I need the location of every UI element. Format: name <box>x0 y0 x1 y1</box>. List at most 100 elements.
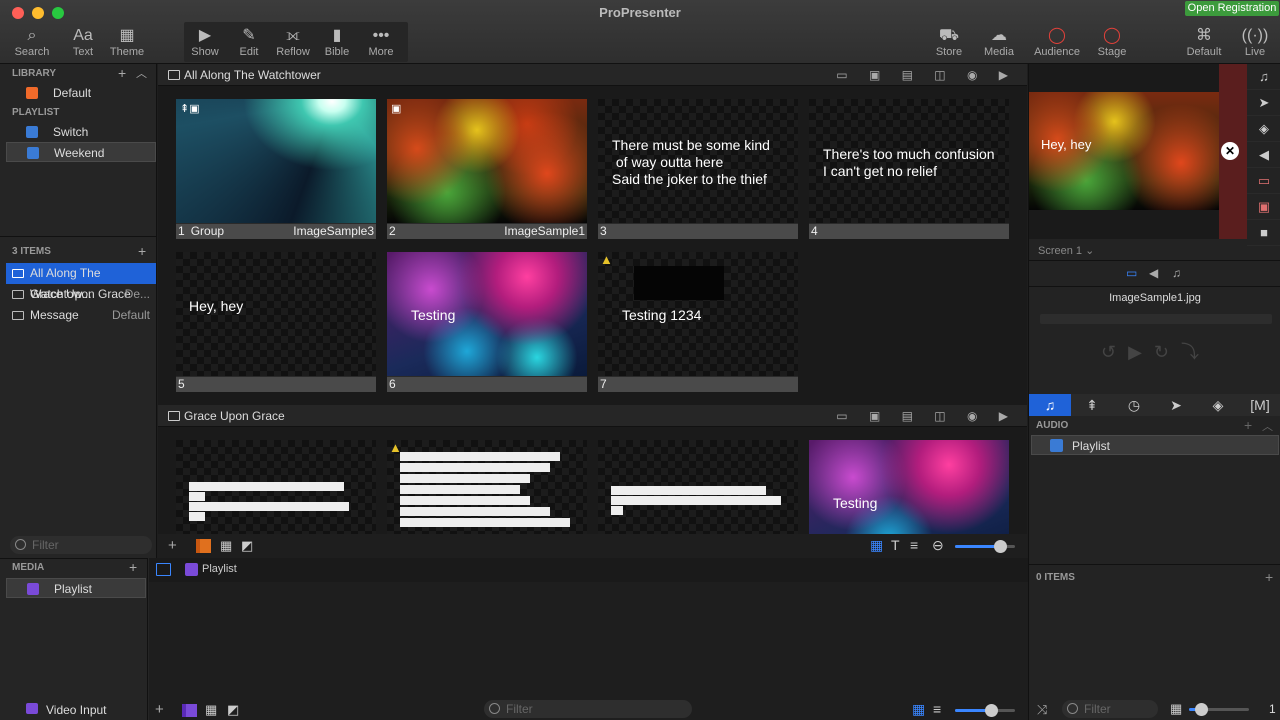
toolbar-label: Media <box>984 46 1014 58</box>
add-media-file-button[interactable]: + <box>155 701 164 718</box>
slide-3[interactable]: There must be some kind of way outta her… <box>598 99 798 239</box>
toolbar-label: Stage <box>1097 46 1127 58</box>
slide-1[interactable]: ⇞▣ 1 Group ImageSample3 <box>176 99 376 239</box>
slide-label: 7 <box>598 377 798 392</box>
video-input-label[interactable]: Video Input <box>46 703 107 717</box>
transition-icon[interactable]: ▦ <box>220 538 232 554</box>
shuffle-icon[interactable]: ⤨ <box>1037 702 1047 718</box>
current-file-name: ImageSample1.jpg <box>1109 292 1201 304</box>
items-filter-input[interactable]: Filter <box>10 536 152 554</box>
text-view-icon[interactable]: T <box>891 537 900 553</box>
slide-7[interactable]: Testing 1234 ▲ 7 <box>598 252 798 392</box>
clear-video-icon[interactable]: ■ <box>1247 220 1280 246</box>
library-item-default[interactable]: Default <box>6 83 156 103</box>
clear-props-icon[interactable]: ◈ <box>1247 116 1280 142</box>
go-to-next-icon[interactable]: ◩ <box>227 702 239 718</box>
announcements-tab-icon[interactable]: ◀ <box>1149 266 1158 280</box>
media-item-playlist[interactable]: Playlist <box>6 578 146 598</box>
library-view-icon[interactable] <box>196 539 211 553</box>
more-toolbar-button[interactable]: ••• More <box>355 26 407 58</box>
media-toolbar-button[interactable]: ☁ Media <box>973 26 1025 58</box>
slide-5[interactable]: Hey, hey 5 <box>176 252 376 392</box>
zoom-out-icon[interactable]: ⊖ <box>932 537 944 554</box>
macros-tab[interactable]: [M] <box>1239 394 1280 416</box>
toolbar-label: Bible <box>324 46 350 58</box>
open-registration-button[interactable]: Open Registration <box>1185 1 1279 16</box>
messages-tab[interactable]: ➤ <box>1155 394 1197 416</box>
add-item-button[interactable]: + <box>138 243 146 259</box>
slide-thumbnail <box>387 440 587 534</box>
audience-toolbar-button[interactable]: ◯ Audience <box>1031 26 1083 58</box>
more-icon: ••• <box>372 27 390 44</box>
group-header-icons[interactable]: ▭ ▣ ▤ ◫ ◉ ▶ <box>836 64 1017 86</box>
audio-filter-input[interactable]: Filter <box>1062 700 1158 718</box>
slide-10[interactable] <box>598 440 798 534</box>
list-view-icon[interactable]: ≡ <box>910 537 918 553</box>
slide-4[interactable]: There's too much confusion I can't get n… <box>809 99 1009 239</box>
audio-item-playlist[interactable]: Playlist <box>1031 435 1279 455</box>
live-toolbar-button[interactable]: ((·)) Live <box>1229 26 1280 58</box>
group-header-2[interactable]: Grace Upon Grace ▭ ▣ ▤ ◫ ◉ ▶ <box>158 405 1027 427</box>
transition-icon[interactable]: ▦ <box>205 702 217 718</box>
media-size-slider[interactable] <box>955 704 1015 717</box>
go-to-next-icon[interactable]: ◩ <box>241 538 253 554</box>
collapse-library-icon[interactable]: ︿ <box>136 65 147 81</box>
slide-label: 6 <box>387 377 587 392</box>
playlist-item-switch[interactable]: Switch <box>6 122 156 142</box>
sidebar-toggle-icon[interactable] <box>156 563 171 576</box>
media-progress-bar[interactable] <box>1040 314 1272 324</box>
store-toolbar-button[interactable]: ⛟ Store <box>923 26 975 58</box>
audio-bin-tab[interactable]: ♫ <box>1029 394 1071 416</box>
playlist-item-weekend[interactable]: Weekend <box>6 142 156 162</box>
props-tab[interactable]: ⇞ <box>1071 394 1113 416</box>
item-all-along-the-watchtower[interactable]: All Along The Watchtow... <box>6 263 156 301</box>
slide-number: 7 <box>600 377 607 391</box>
add-audio-button[interactable]: + <box>1244 417 1252 433</box>
collapse-audio-icon[interactable]: ︿ <box>1262 418 1273 434</box>
layers-tab[interactable]: ◈ <box>1197 394 1239 416</box>
transport-controls[interactable]: ↺▶↻⤵ <box>1101 338 1211 364</box>
toolbar-label: Audience <box>1034 46 1080 58</box>
search-toolbar-button[interactable]: ⌕ Search <box>6 26 58 58</box>
slide-6[interactable]: Testing 6 <box>387 252 587 392</box>
transition-icon[interactable]: ▦ <box>1170 701 1182 717</box>
slide-11[interactable]: Testing <box>809 440 1009 534</box>
video-input-icon <box>26 703 38 714</box>
grid-view-icon[interactable]: ▦ <box>912 701 925 718</box>
media-filter-input[interactable]: Filter <box>484 700 692 718</box>
slide-tab-icon[interactable]: ▭ <box>1126 266 1137 280</box>
slide-thumbnail: Hey, hey <box>176 252 376 376</box>
list-view-icon[interactable]: ≡ <box>933 701 941 717</box>
grid-view-icon[interactable]: ▦ <box>870 537 883 554</box>
item-grace-upon-grace[interactable]: Grace Upon Grace De... <box>6 284 156 305</box>
slide-9[interactable]: ▲ <box>387 440 587 534</box>
media-view-icon[interactable] <box>182 704 197 717</box>
item-message[interactable]: Message Default <box>6 305 156 326</box>
clear-all-button[interactable]: ✕ <box>1221 142 1239 160</box>
group-header-1[interactable]: All Along The Watchtower ▭ ▣ ▤ ◫ ◉ ▶ <box>158 64 1027 86</box>
screen-label: Screen 1 <box>1038 245 1083 257</box>
group-header-icons[interactable]: ▭ ▣ ▤ ◫ ◉ ▶ <box>836 405 1017 427</box>
clear-announcements-icon[interactable]: ◀ <box>1247 142 1280 168</box>
add-slide-button[interactable]: + <box>168 537 177 554</box>
slide-2[interactable]: ▣ 2 ImageSample1 <box>387 99 587 239</box>
clear-audio-icon[interactable]: ♫ <box>1247 64 1280 90</box>
add-library-button[interactable]: + <box>118 65 126 81</box>
thumbnail-size-slider[interactable] <box>955 540 1015 553</box>
clear-slide-icon[interactable]: ▭ <box>1247 168 1280 194</box>
default-toolbar-button[interactable]: ⌘ Default <box>1178 26 1230 58</box>
slide-8[interactable] <box>176 440 376 534</box>
screen-selector[interactable]: Screen 1 ⌄ <box>1038 244 1094 257</box>
clear-media-icon[interactable]: ▣ <box>1247 194 1280 220</box>
theme-toolbar-button[interactable]: ▦ Theme <box>101 26 153 58</box>
stage-toolbar-button[interactable]: ◯ Stage <box>1086 26 1138 58</box>
audio-tab-icon[interactable]: ♫ <box>1172 266 1181 280</box>
media-sidebar: MEDIA + Playlist Video Input <box>0 558 148 720</box>
media-item-label: Playlist <box>54 582 93 596</box>
audio-volume-slider[interactable] <box>1189 703 1249 716</box>
black-box <box>634 266 724 300</box>
timers-tab[interactable]: ◷ <box>1113 394 1155 416</box>
add-audio-file-button[interactable]: + <box>1265 569 1273 585</box>
add-media-button[interactable]: + <box>129 559 137 575</box>
clear-messages-icon[interactable]: ➤ <box>1247 90 1280 116</box>
